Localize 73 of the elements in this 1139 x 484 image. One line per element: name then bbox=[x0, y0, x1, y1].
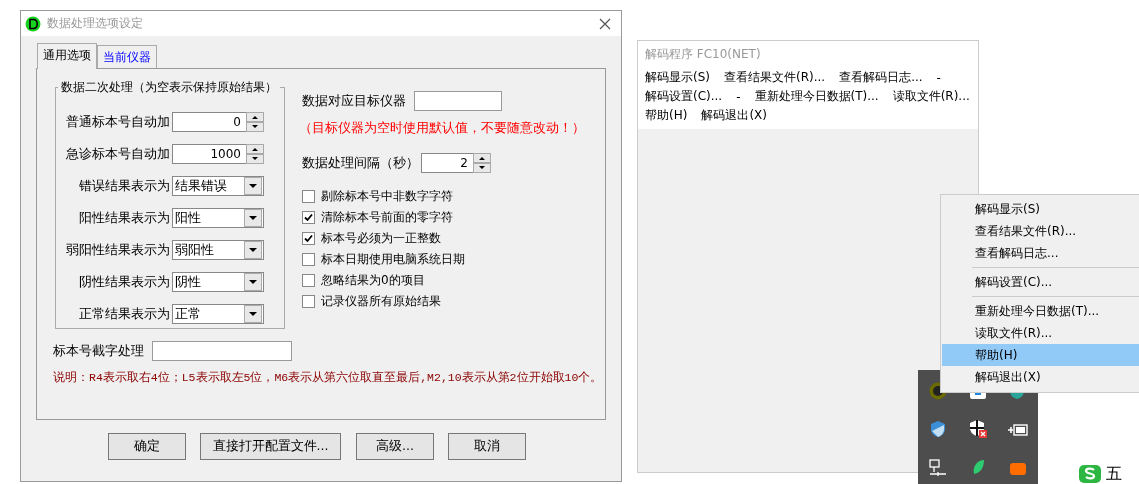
checkbox-label: 忽略结果为0的项目 bbox=[321, 272, 425, 289]
dropdown[interactable]: 阴性 bbox=[172, 272, 264, 292]
close-icon[interactable] bbox=[599, 17, 611, 30]
menu-item[interactable]: 帮助(H) bbox=[645, 107, 688, 124]
menu-item[interactable]: 读取文件(R)... bbox=[892, 88, 970, 105]
tab[interactable]: 当前仪器 bbox=[97, 45, 157, 68]
dropdown[interactable]: 阳性 bbox=[172, 208, 264, 228]
app-icon bbox=[25, 15, 41, 32]
spin-arrows-icon[interactable] bbox=[473, 153, 491, 173]
field-label: 急诊标本号自动加 bbox=[65, 145, 171, 163]
menu-item[interactable]: 解码显示(S) bbox=[645, 69, 710, 86]
menu-item[interactable]: 解码退出(X) bbox=[701, 107, 767, 124]
note-text: 说明：R4表示取右4位；L5表示取左5位，M6表示从第六位取直至最后,M2,10表示从第2位开始取10个。 bbox=[53, 370, 604, 385]
field-label: 弱阳性结果表示为 bbox=[65, 241, 171, 259]
checkbox[interactable] bbox=[302, 190, 315, 203]
checkbox-label: 剔除标本号中非数字字符 bbox=[321, 188, 453, 205]
spin-arrows-icon[interactable] bbox=[246, 112, 264, 132]
group-title: 数据二次处理（为空表示保持原始结果） bbox=[60, 79, 278, 96]
checkbox[interactable] bbox=[302, 211, 315, 224]
menu-item[interactable]: 查看解码日志... bbox=[942, 242, 1139, 264]
menu-item[interactable]: - bbox=[736, 89, 741, 104]
menu-item[interactable]: 重新处理今日数据(T)... bbox=[754, 88, 879, 105]
menu-item[interactable]: 查看结果文件(R)... bbox=[942, 220, 1139, 242]
field-label: 普通标本号自动加 bbox=[65, 113, 171, 131]
menu-item[interactable]: 解码设置(C)... bbox=[942, 271, 1139, 293]
menu-item[interactable]: 查看解码日志... bbox=[839, 69, 923, 86]
ime-mode-indicator[interactable]: 五 bbox=[1106, 464, 1122, 484]
field-label: 数据对应目标仪器 bbox=[302, 92, 406, 110]
battery-plug-icon[interactable] bbox=[1007, 422, 1029, 438]
field-label: 错误结果表示为 bbox=[78, 177, 171, 195]
number-field[interactable]: 1000 bbox=[172, 144, 264, 164]
checkbox-label: 标本号必须为一正整数 bbox=[321, 230, 441, 247]
menu-item[interactable]: 重新处理今日数据(T)... bbox=[942, 300, 1139, 322]
dropdown[interactable]: 弱阳性 bbox=[172, 240, 264, 260]
field-label: 阴性结果表示为 bbox=[78, 273, 171, 291]
ime-logo-icon[interactable] bbox=[1078, 462, 1102, 484]
field-label: 数据处理间隔（秒） bbox=[302, 154, 419, 172]
network-icon[interactable] bbox=[928, 458, 948, 478]
checkbox-label: 清除标本号前面的零字符 bbox=[321, 209, 453, 226]
field-label: 阳性结果表示为 bbox=[78, 209, 171, 227]
dropdown[interactable]: 正常 bbox=[172, 304, 264, 324]
number-field[interactable]: 0 bbox=[172, 112, 264, 132]
warning-text: （目标仪器为空时使用默认值，不要随意改动！） bbox=[299, 120, 585, 137]
checkbox[interactable] bbox=[302, 253, 315, 266]
spin-arrows-icon[interactable] bbox=[246, 144, 264, 164]
menu-item[interactable]: 查看结果文件(R)... bbox=[724, 69, 826, 86]
input-field[interactable] bbox=[152, 341, 292, 361]
checkbox[interactable] bbox=[302, 295, 315, 308]
field-label: 标本号截字处理 bbox=[53, 342, 144, 360]
dialog-button[interactable]: 直接打开配置文件... bbox=[200, 433, 341, 460]
menu-item[interactable]: 解码退出(X) bbox=[942, 366, 1139, 388]
menu-item[interactable]: 帮助(H) bbox=[942, 344, 1139, 366]
menu-item[interactable]: 解码设置(C)... bbox=[645, 88, 723, 105]
tab[interactable]: 通用选项 bbox=[37, 43, 97, 69]
window-title: 数据处理选项设定 bbox=[47, 15, 144, 32]
checkbox-label: 标本日期使用电脑系统日期 bbox=[321, 251, 465, 268]
menu-item[interactable]: 解码显示(S) bbox=[942, 198, 1139, 220]
input-field[interactable] bbox=[414, 91, 502, 111]
field-label: 正常结果表示为 bbox=[78, 305, 171, 323]
dialog-button[interactable]: 确定 bbox=[108, 433, 186, 460]
checkbox[interactable] bbox=[302, 274, 315, 287]
menu-item[interactable]: 读取文件(R)... bbox=[942, 322, 1139, 344]
app-tile-icon[interactable] bbox=[1009, 460, 1027, 476]
security-shield-icon[interactable] bbox=[968, 419, 988, 439]
menu-item[interactable]: - bbox=[936, 70, 941, 85]
checkbox[interactable] bbox=[302, 232, 315, 245]
shield-icon[interactable] bbox=[929, 420, 947, 438]
window-title: 解码程序 FC10(NET) bbox=[638, 41, 978, 66]
checkbox-label: 记录仪器所有原始结果 bbox=[321, 293, 441, 310]
dropdown[interactable]: 结果错误 bbox=[172, 176, 264, 196]
number-field[interactable]: 2 bbox=[421, 153, 491, 173]
dialog-button[interactable]: 取消 bbox=[448, 433, 526, 460]
dialog-button[interactable]: 高级... bbox=[356, 433, 434, 460]
